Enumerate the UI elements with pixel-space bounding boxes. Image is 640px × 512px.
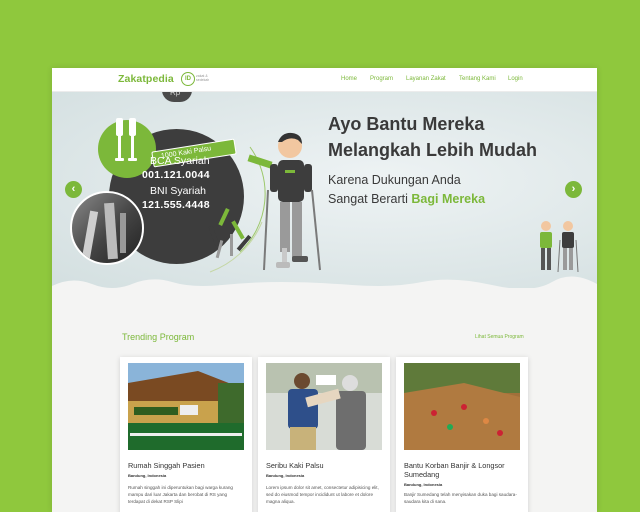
nav-login[interactable]: Login <box>508 76 523 82</box>
slider-prev-button[interactable]: ‹ <box>65 181 82 198</box>
logo-mark: ID <box>181 72 195 86</box>
prosthetics-cluster-illustration <box>208 207 252 259</box>
hero-headline-2: Melangkah Lebih Mudah <box>328 140 538 160</box>
program-card-desc: Banjir Sumedang telah menyisakan duka ba… <box>404 492 517 504</box>
man-on-crutches-illustration <box>263 132 321 271</box>
chevron-right-icon: › <box>571 183 576 195</box>
program-card-title: Seribu Kaki Palsu <box>266 461 324 470</box>
chevron-left-icon: ‹ <box>71 183 76 195</box>
bank-name-bni: BNI Syariah <box>150 185 207 197</box>
site-logo[interactable]: Zakatpedia <box>118 73 174 85</box>
program-card-desc: Lorem ipsum dolor sit amet, consectetur … <box>266 485 379 504</box>
program-card-location: Bandung, Indonesia <box>404 482 443 487</box>
hero-wave-edge <box>52 276 597 296</box>
program-card[interactable]: Rumah Singgah Pasien Bandung, Indonesia … <box>120 357 252 512</box>
prosthetic-leg-icon <box>115 118 137 161</box>
program-card-title: Rumah Singgah Pasien <box>128 461 205 470</box>
bank-number-bca: 001.121.0044 <box>142 169 210 181</box>
program-card-location: Bandung, Indonesia <box>266 473 305 478</box>
program-card-image <box>128 363 244 450</box>
hero-subtext-1: Karena Dukungan Anda <box>328 173 461 187</box>
rp-badge: Rp <box>162 92 192 102</box>
hero-headline-1: Ayo Bantu Mereka <box>328 114 485 134</box>
logo-tagline: zakat & sedekah <box>196 74 210 82</box>
hero-subtext-2: Sangat Berarti Bagi Mereka <box>328 192 486 206</box>
hero-highlight: Bagi Mereka <box>411 192 486 206</box>
program-card[interactable]: Bantu Korban Banjir & Longsor Sumedang B… <box>396 357 528 512</box>
website-page: Zakatpedia ID zakat & sedekah Home Progr… <box>52 68 597 512</box>
program-card[interactable]: Seribu Kaki Palsu Bandung, Indonesia Lor… <box>258 357 390 512</box>
slider-next-button[interactable]: › <box>565 181 582 198</box>
see-all-programs-link[interactable]: Lihat Semua Program <box>475 334 524 340</box>
helpers-illustration <box>540 221 579 273</box>
nav-home[interactable]: Home <box>341 76 357 82</box>
nav-program[interactable]: Program <box>370 76 393 82</box>
nav-tentang-kami[interactable]: Tentang Kami <box>459 76 496 82</box>
trending-title: Trending Program <box>122 332 195 342</box>
bank-name-bca: BCA Syariah <box>150 155 210 167</box>
prosthetic-photo <box>70 191 144 265</box>
bank-number-bni: 121.555.4448 <box>142 199 210 211</box>
program-card-image <box>266 363 382 450</box>
program-card-location: Bandung, Indonesia <box>128 473 167 478</box>
top-navbar: Zakatpedia ID zakat & sedekah Home Progr… <box>52 68 597 92</box>
program-card-desc: Rumah singgah ini diperuntukan bagi warg… <box>128 485 233 504</box>
nav-layanan-zakat[interactable]: Layanan Zakat <box>406 76 446 82</box>
program-card-image <box>404 363 520 450</box>
program-card-title: Bantu Korban Banjir & Longsor Sumedang <box>404 461 505 479</box>
hero-banner: Rp 1000 Kaki Palsu BCA Syariah 001.121.0… <box>52 92 597 288</box>
